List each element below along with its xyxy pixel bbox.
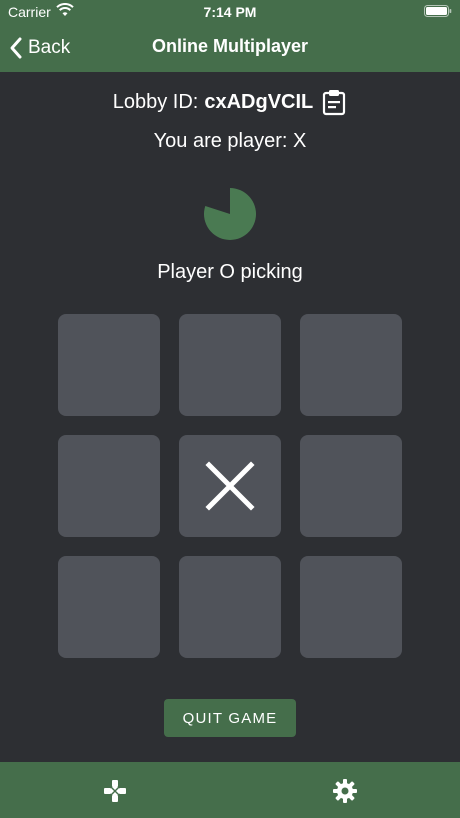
top-bar: Carrier 7:14 PM Back Online Multiplayer: [0, 0, 460, 72]
lobby-id: cxADgVCIL: [204, 90, 314, 113]
tab-bar: [0, 762, 460, 818]
status-time: 7:14 PM: [203, 4, 257, 20]
quit-game-button[interactable]: QUIT GAME: [164, 699, 296, 737]
board-cell-3[interactable]: [300, 314, 402, 416]
status-bar: Carrier 7:14 PM: [0, 0, 460, 24]
game-board: X: [58, 314, 402, 658]
board-cell-5[interactable]: X: [179, 435, 281, 537]
back-button[interactable]: Back: [8, 34, 70, 62]
x-mark-icon: [205, 461, 255, 511]
lobby-label: Lobby ID:: [112, 90, 199, 113]
board-cell-8[interactable]: [179, 556, 281, 658]
pie-timer-icon: [204, 188, 256, 240]
clipboard-icon[interactable]: [321, 88, 347, 116]
board-cell-7[interactable]: [58, 556, 160, 658]
board-cell-4[interactable]: [58, 435, 160, 537]
turn-status: Player O picking: [157, 261, 303, 283]
board-cell-1[interactable]: [58, 314, 160, 416]
board-cell-2[interactable]: [179, 314, 281, 416]
chevron-left-icon: [10, 37, 22, 59]
navigation-bar: Back Online Multiplayer: [0, 24, 460, 72]
gear-icon[interactable]: [332, 778, 358, 804]
board-cell-6[interactable]: [300, 435, 402, 537]
gamepad-icon[interactable]: [102, 778, 128, 804]
back-label: Back: [28, 37, 71, 58]
board-cell-9[interactable]: [300, 556, 402, 658]
player-assignment: You are player: X: [153, 130, 307, 152]
battery-icon: [424, 5, 452, 17]
lobby-info: Lobby ID: cxADgVCIL: [0, 88, 460, 116]
